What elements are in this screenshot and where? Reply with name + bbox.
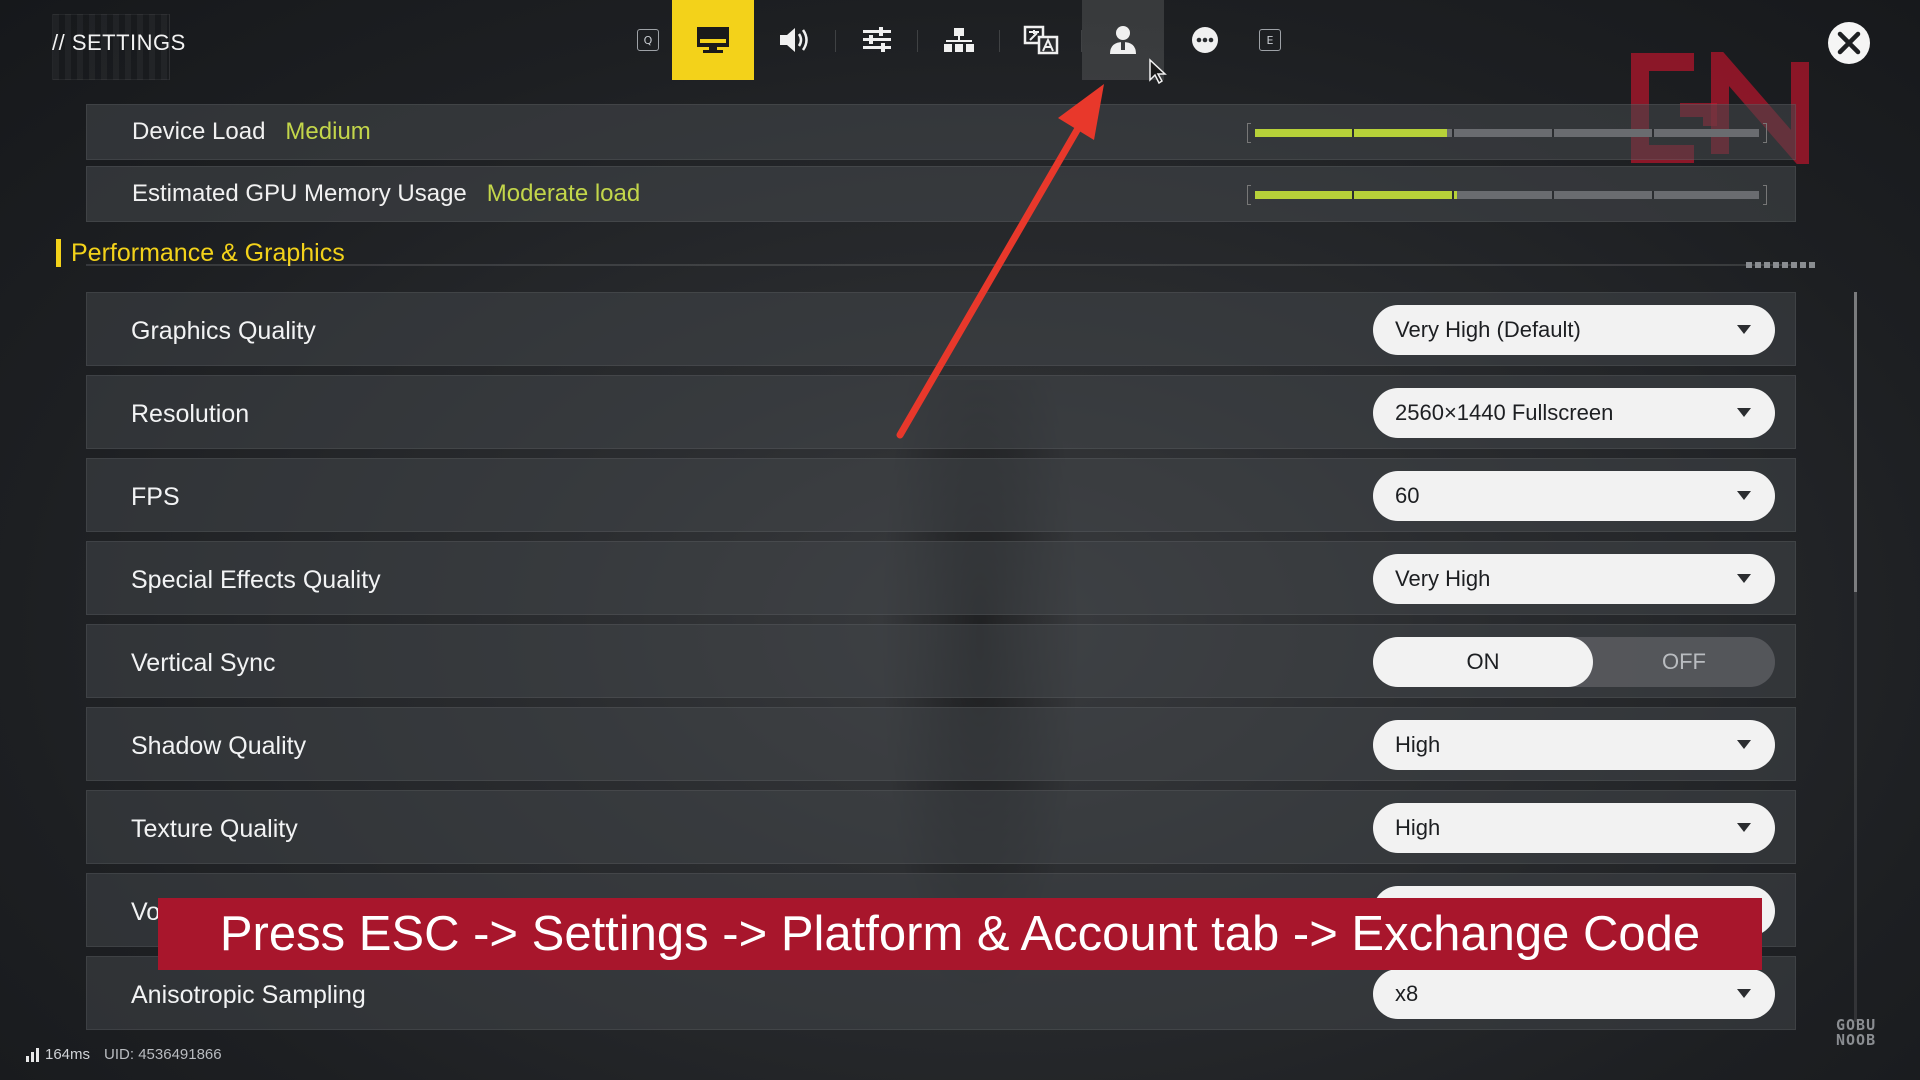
setting-label: Anisotropic Sampling [131,981,366,1009]
gpu-memory-meter [1247,185,1767,205]
chevron-down-icon [1737,574,1751,583]
page-title: // SETTINGS [52,30,186,55]
sliders-icon [863,27,891,52]
setting-label: Texture Quality [131,815,298,843]
setting-label: FPS [131,483,180,511]
setting-row-fps: FPS 60 [86,458,1796,532]
mouse-cursor-icon [1149,58,1167,84]
vertical-sync-toggle: ON OFF [1373,637,1775,687]
dropdown-value: 60 [1395,483,1420,508]
setting-row-special-effects: Special Effects Quality Very High [86,541,1796,615]
ping-value: 164ms [45,1046,91,1063]
tab-key-e[interactable]: E [1246,0,1294,80]
texture-quality-dropdown[interactable]: High [1373,803,1775,853]
setting-label: Vo [131,898,161,926]
tab-audio[interactable] [754,0,836,80]
e-key-icon: E [1259,29,1281,51]
tab-key-q[interactable]: Q [624,0,672,80]
chevron-down-icon [1737,491,1751,500]
top-bar: // SETTINGS Q E [0,0,1920,82]
status-footer: 164ms UID: 4536491866 [26,1046,222,1063]
device-load-value: Medium [285,118,371,145]
setting-row-vertical-sync: Vertical Sync ON OFF [86,624,1796,698]
chevron-down-icon [1737,408,1751,417]
chevron-down-icon [1737,740,1751,749]
tab-controls[interactable] [836,0,918,80]
chevron-down-icon [1737,989,1751,998]
close-button[interactable] [1828,22,1870,64]
section-divider [86,264,1796,266]
setting-label: Vertical Sync [131,649,276,677]
vsync-off-option[interactable]: OFF [1593,637,1775,687]
device-load-row: Device Load Medium [86,104,1796,160]
setting-row-graphics-quality: Graphics Quality Very High (Default) [86,292,1796,366]
instruction-caption: Press ESC -> Settings -> Platform & Acco… [158,898,1762,970]
settings-tabs: Q E [624,0,1294,80]
more-icon [1192,27,1218,53]
setting-label: Resolution [131,400,250,428]
network-icon [944,28,974,52]
special-effects-dropdown[interactable]: Very High [1373,554,1775,604]
tab-display[interactable] [672,0,754,80]
chevron-down-icon [1737,823,1751,832]
section-decoration [1746,262,1816,268]
setting-row-texture-quality: Texture Quality High [86,790,1796,864]
chevron-down-icon [1737,325,1751,334]
translate-icon [1023,25,1059,55]
anisotropic-dropdown[interactable]: x8 [1373,969,1775,1019]
dropdown-value: 2560×1440 Fullscreen [1395,400,1614,425]
brand-line-2: NOOB [1836,1031,1877,1049]
dropdown-value: High [1395,732,1441,757]
tab-language[interactable] [1000,0,1082,80]
gpu-memory-value: Moderate load [486,180,641,207]
resolution-dropdown[interactable]: 2560×1440 Fullscreen [1373,388,1775,438]
gpu-memory-label: Estimated GPU Memory Usage [132,180,467,207]
dropdown-value: High [1395,815,1441,840]
scrollbar-thumb[interactable] [1854,292,1857,592]
q-key-icon: Q [637,29,659,51]
dropdown-value: Very High (Default) [1395,317,1581,342]
signal-icon [26,1047,39,1062]
caption-text: Press ESC -> Settings -> Platform & Acco… [219,907,1701,961]
close-icon [1837,31,1861,55]
setting-label: Shadow Quality [131,732,307,760]
monitor-icon [697,27,729,53]
tab-network[interactable] [918,0,1000,80]
dropdown-value: Very High [1395,566,1491,591]
shadow-quality-dropdown[interactable]: High [1373,720,1775,770]
device-load-label: Device Load [132,118,266,145]
section-accent-bar [56,239,61,267]
user-icon [1110,26,1136,54]
setting-row-shadow-quality: Shadow Quality High [86,707,1796,781]
speaker-icon [780,28,808,52]
tab-other[interactable] [1164,0,1246,80]
channel-brand: GOBU NOOB [1836,1018,1876,1048]
graphics-quality-dropdown[interactable]: Very High (Default) [1373,305,1775,355]
setting-label: Graphics Quality [131,317,316,345]
setting-label: Special Effects Quality [131,566,381,594]
device-load-meter [1247,123,1767,143]
dropdown-value: x8 [1395,981,1419,1006]
uid-value: UID: 4536491866 [104,1046,222,1063]
gpu-memory-row: Estimated GPU Memory Usage Moderate load [86,166,1796,222]
vsync-on-option[interactable]: ON [1373,637,1593,687]
fps-dropdown[interactable]: 60 [1373,471,1775,521]
setting-row-resolution: Resolution 2560×1440 Fullscreen [86,375,1796,449]
